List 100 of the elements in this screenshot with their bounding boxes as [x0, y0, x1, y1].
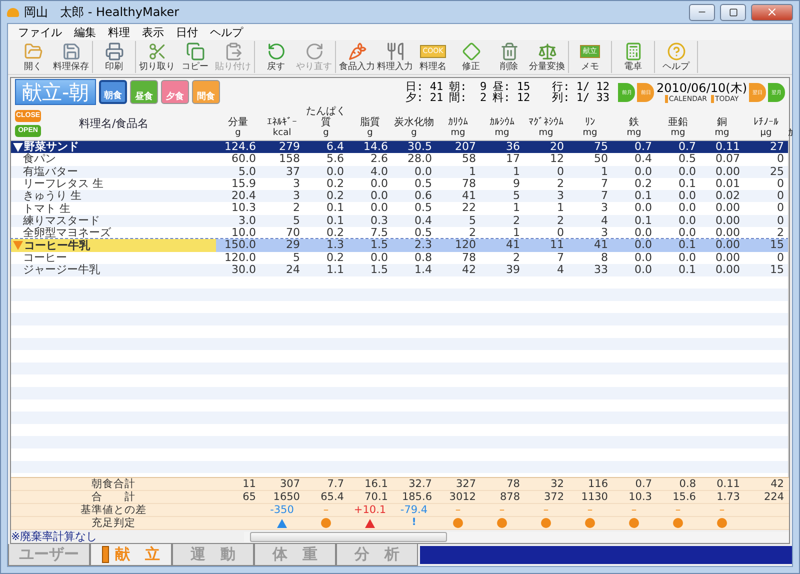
- total-cell-text: 307: [278, 478, 301, 490]
- table-cell-text: 4: [600, 214, 609, 228]
- table-cell-text: 39: [505, 264, 521, 276]
- table-cell-text: 0.0: [678, 227, 697, 240]
- table-cell-text: 22: [461, 202, 477, 215]
- toolbar-button[interactable]: 開く: [14, 41, 52, 73]
- count-label: 昼: 15: [492, 81, 530, 92]
- total-cell-text: 3012: [448, 491, 477, 503]
- table-cell-text: 5.0: [238, 166, 257, 178]
- table-cell-text: 0.0: [414, 166, 433, 178]
- total-cell-text: 78: [506, 478, 521, 490]
- maximize-button[interactable]: [720, 4, 746, 20]
- column-header: 分量: [228, 117, 248, 128]
- table-cell-text: 0.0: [634, 252, 653, 264]
- table-cell-text: 5: [292, 214, 301, 228]
- food-row[interactable]: トマト 生 10.3 2 0.1 0.0 0.5 22 1 1 3 0.0 0.0 0.00 0: [11, 202, 788, 215]
- unit-label: mg: [626, 128, 642, 139]
- circle-icon: [717, 518, 727, 528]
- unit-label: mg: [582, 128, 598, 139]
- table-cell-text: 15: [769, 264, 785, 276]
- toolbar-button[interactable]: 料理入力: [376, 41, 414, 73]
- dish-name: 野菜サンド: [24, 141, 79, 154]
- table-cell-text: 0: [776, 178, 785, 190]
- toolbar-button[interactable]: 食品入力: [338, 41, 376, 73]
- meal-title: 献立-朝: [15, 79, 96, 105]
- menu-item[interactable]: ヘルプ: [204, 24, 249, 40]
- table-cell-text: 0.6: [414, 190, 433, 202]
- menu-item[interactable]: 日付: [170, 24, 204, 40]
- table-cell-text: 0.5: [414, 227, 433, 240]
- toolbar-button[interactable]: 分量変換: [528, 41, 566, 73]
- unit-label: μg: [760, 128, 772, 139]
- table-cell-text: 1: [512, 166, 521, 178]
- diff-cell-text: –: [586, 504, 594, 516]
- dish-row[interactable]: コーヒー牛乳 150.0 29 1.3 1.5 2.3 120 41 11 41 0.0 0.1 0.00 15: [11, 239, 788, 252]
- dish-row[interactable]: 野菜サンド 124.6 279 6.4 14.6 30.5 207 36 20 75 0.7 0.7 0.11 27: [11, 141, 788, 154]
- table-cell-text: 50: [593, 153, 609, 166]
- table-cell-text: 28.0: [406, 153, 433, 166]
- table-cell-text: 30.5: [406, 141, 433, 154]
- table-cell-text: 0.1: [678, 264, 697, 276]
- unit-label: mg: [714, 128, 730, 139]
- menu-item[interactable]: 料理: [102, 24, 136, 40]
- total-cell-text: 372: [542, 491, 565, 503]
- food-name: トマト 生: [22, 202, 72, 215]
- minimize-button[interactable]: [689, 4, 715, 20]
- toolbar-button[interactable]: 印刷: [95, 41, 133, 73]
- table-cell-text: 0.0: [634, 166, 653, 178]
- table-cell-text: 0.1: [326, 202, 345, 215]
- table-cell-text: 5: [468, 214, 477, 228]
- table-cell-text: 3: [600, 202, 609, 215]
- column-header: たんぱく: [306, 106, 346, 117]
- close-button[interactable]: [751, 4, 793, 20]
- diff-cell-text: –: [542, 504, 550, 516]
- unit-label: kcal: [272, 128, 292, 139]
- horizontal-scrollbar[interactable]: [244, 532, 789, 542]
- table-cell-text: 3: [556, 190, 565, 202]
- table-cell-text: 4.0: [370, 166, 389, 178]
- toolbar-button[interactable]: ヘルプ: [657, 41, 695, 73]
- table-cell-text: 3: [292, 178, 301, 190]
- count-label: 夕: 21: [406, 92, 444, 103]
- menu-item[interactable]: ファイル: [12, 24, 68, 40]
- column-header: 銅: [717, 117, 727, 128]
- menu-item[interactable]: 編集: [68, 24, 102, 40]
- table-cell-text: 3: [600, 227, 609, 240]
- table-cell-text: 0.8: [414, 252, 433, 264]
- table-cell-text: 0.0: [678, 166, 697, 178]
- save-icon: [62, 42, 80, 61]
- total-cell-text: 32.7: [408, 478, 433, 490]
- column-header: ｴﾈﾙｷﾞｰ: [267, 117, 297, 128]
- table-cell-text: 0.5: [678, 153, 697, 166]
- table-cell-text: 41: [461, 190, 477, 202]
- total-label: 合 計: [90, 491, 136, 503]
- circle-icon: [629, 518, 639, 528]
- table-cell-text: 124.6: [224, 141, 257, 154]
- total-cell-text: 878: [498, 491, 521, 503]
- unit-label: g: [411, 128, 417, 139]
- vertical-scrollbar[interactable]: [788, 141, 789, 477]
- table-cell-text: 0.3: [370, 214, 389, 228]
- table-cell-text: 78: [461, 178, 477, 190]
- table-cell-text: 7.5: [370, 227, 389, 240]
- table-cell-text: 0.00: [714, 214, 741, 228]
- table-cell-text: 0.0: [370, 178, 389, 190]
- food-row[interactable]: コーヒー 120.0 5 0.2 0.0 0.8 78 2 7 8 0.0 0.0 0.00 0: [11, 252, 788, 264]
- table-cell-text: 37: [285, 166, 301, 178]
- toolbar-button[interactable]: 削除: [490, 41, 528, 73]
- toolbar-button[interactable]: 切り取り: [138, 41, 176, 73]
- redo-icon: [304, 42, 324, 61]
- toolbar-button[interactable]: 料理保存: [52, 41, 90, 73]
- toolbar-button[interactable]: 電卓: [614, 41, 652, 73]
- toolbar-button[interactable]: コピー: [176, 41, 214, 73]
- table-cell-text: 0.00: [714, 264, 741, 276]
- column-header: 質: [321, 117, 331, 128]
- table-cell-text: 120: [454, 239, 477, 252]
- toolbar-button[interactable]: 戻す: [257, 41, 295, 73]
- table-cell-text: 0.4: [634, 153, 653, 166]
- menu-item[interactable]: 表示: [136, 24, 170, 40]
- table-cell-text: 2: [468, 227, 477, 240]
- table-cell-text: 11: [549, 239, 565, 252]
- table-cell-text: 5.6: [326, 153, 345, 166]
- toolbar-button[interactable]: 修正: [452, 41, 490, 73]
- table-cell-text: 7: [600, 178, 609, 190]
